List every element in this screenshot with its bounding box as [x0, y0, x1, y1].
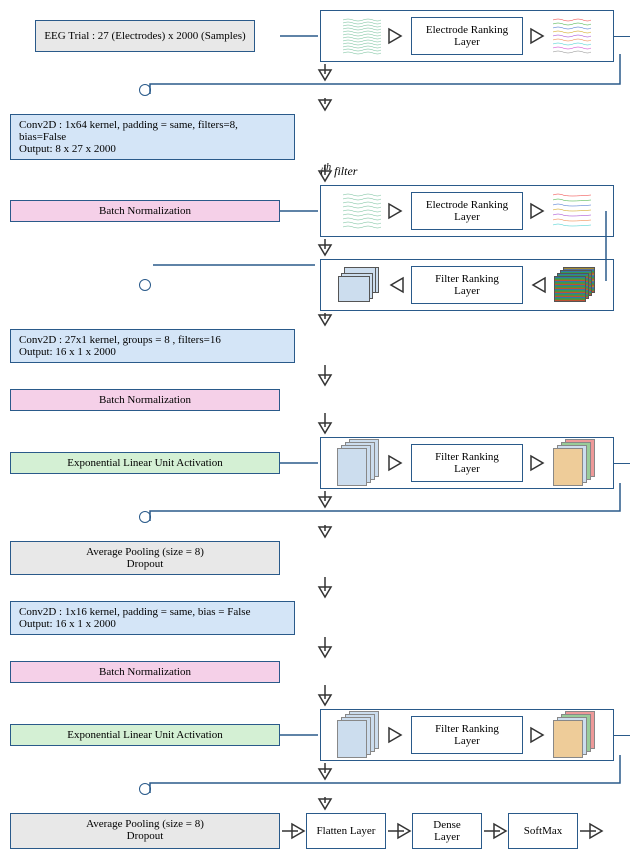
feedback-line [138, 755, 628, 795]
arrow-right-icon [529, 202, 547, 220]
arrow-right-icon [529, 726, 547, 744]
signal-in-icon [343, 17, 381, 55]
elu-1-block: Exponential Linear Unit Activation [10, 452, 280, 474]
filter-stack-out-icon [337, 267, 381, 303]
arrow-down-icon [190, 577, 460, 599]
signal-out-icon [553, 192, 591, 230]
conv-text: Conv2D : 27x1 kernel, groups = 8 , filte… [19, 334, 286, 346]
conv-text: Conv2D : 1x16 kernel, padding = same, bi… [19, 606, 286, 618]
filter-rank-label: Filter Ranking Layer [411, 266, 523, 304]
dense-block: Dense Layer [412, 813, 482, 849]
flatten-block: Flatten Layer [306, 813, 386, 849]
filter-rank-module-2: Filter Ranking Layer [320, 437, 614, 489]
filter-rank-module-3: Filter Ranking Layer [320, 709, 614, 761]
signal-out-icon [553, 17, 591, 55]
feedback-line [138, 483, 628, 523]
filter-rank-label: Filter Ranking Layer [411, 716, 523, 754]
filter-stack-in-icon [337, 717, 381, 753]
arrow-right-icon [578, 813, 604, 849]
conv2d-3-block: Conv2D : 1x16 kernel, padding = same, bi… [10, 601, 295, 635]
eeg-trial-block: EEG Trial : 27 (Electrodes) x 2000 (Samp… [35, 20, 255, 52]
arrow-down-icon [190, 525, 460, 539]
arrow-left-icon [387, 276, 405, 294]
conv-out-text: Output: 16 x 1 x 2000 [19, 618, 286, 630]
connector [280, 451, 320, 475]
arrow-down-icon [190, 797, 460, 811]
arrow-right-icon [529, 27, 547, 45]
batchnorm-2-block: Batch Normalization [10, 389, 280, 411]
arrow-right-icon [482, 813, 508, 849]
arrow-down-icon [190, 165, 460, 183]
arrow-right-icon [387, 454, 405, 472]
filter-rank-label: Filter Ranking Layer [411, 444, 523, 482]
avgpool-2-block: Average Pooling (size = 8) Dropout [10, 813, 280, 849]
filter-rank-module-1: Filter Ranking Layer [320, 259, 614, 311]
arrow-right-icon [387, 726, 405, 744]
feedback-line [150, 263, 320, 275]
pool-text: Average Pooling (size = 8) [19, 818, 271, 830]
conv-text: Conv2D : 1x64 kernel, padding = same, fi… [19, 119, 286, 143]
avgpool-1-block: Average Pooling (size = 8) Dropout [10, 541, 280, 575]
filter-stack-out-icon [553, 717, 597, 753]
arrow-right-icon [387, 202, 405, 220]
connector [600, 209, 612, 281]
arrow-right-icon [280, 813, 306, 849]
connector [280, 723, 320, 747]
filter-stack-in-icon [553, 267, 597, 303]
arrow-down-icon [190, 685, 460, 707]
electrode-rank-label: Electrode Ranking Layer [411, 17, 523, 55]
electrode-rank-label: Electrode Ranking Layer [411, 192, 523, 230]
connector [280, 16, 320, 56]
pool-text: Average Pooling (size = 8) [19, 546, 271, 558]
batchnorm-1-block: Batch Normalization [10, 200, 280, 222]
conv2d-1-block: Conv2D : 1x64 kernel, padding = same, fi… [10, 114, 295, 160]
arrow-down-icon [190, 313, 460, 327]
signal-in-icon [343, 192, 381, 230]
electrode-rank-module-2: Electrode Ranking Layer [320, 185, 614, 237]
feedback-line [138, 54, 628, 96]
arrow-down-icon [190, 98, 460, 112]
arrow-left-icon [529, 276, 547, 294]
arrow-right-icon [529, 454, 547, 472]
arrow-down-icon [190, 637, 460, 659]
arrow-right-icon [387, 27, 405, 45]
softmax-block: SoftMax [508, 813, 578, 849]
eeg-trial-text: EEG Trial : 27 (Electrodes) x 2000 (Samp… [44, 30, 245, 42]
dropout-text: Dropout [19, 830, 271, 842]
batchnorm-3-block: Batch Normalization [10, 661, 280, 683]
dropout-text: Dropout [19, 558, 271, 570]
arrow-down-icon [190, 413, 460, 435]
merge-node [139, 279, 151, 291]
conv2d-2-block: Conv2D : 27x1 kernel, groups = 8 , filte… [10, 329, 295, 363]
arrow-right-icon [386, 813, 412, 849]
filter-stack-in-icon [337, 445, 381, 481]
conv-out-text: Output: 16 x 1 x 2000 [19, 346, 286, 358]
conv-out-text: Output: 8 x 27 x 2000 [19, 143, 286, 155]
filter-stack-out-icon [553, 445, 597, 481]
arrow-down-icon [190, 239, 460, 257]
elu-2-block: Exponential Linear Unit Activation [10, 724, 280, 746]
arrow-down-icon [190, 365, 460, 387]
connector [280, 199, 320, 223]
